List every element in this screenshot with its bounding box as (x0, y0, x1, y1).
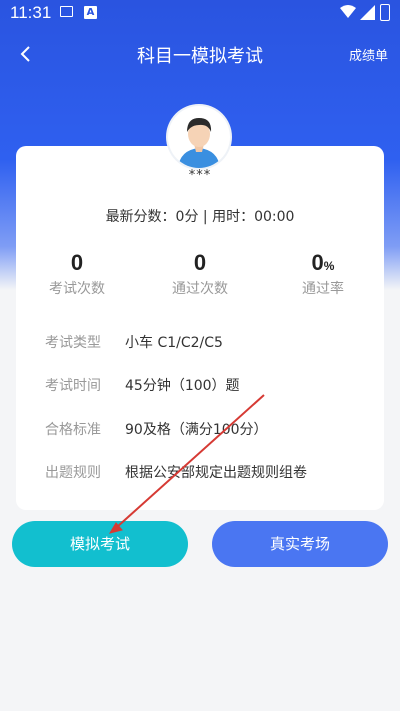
stat-value: 0 (193, 250, 207, 275)
user-avatar (168, 106, 230, 168)
mock-exam-button[interactable]: 模拟考试 (12, 521, 188, 567)
battery-icon (380, 4, 390, 21)
username: *** (188, 168, 212, 183)
info-value: 45分钟（100）题 (125, 378, 240, 394)
info-label: 合格标准 (45, 422, 101, 438)
status-bar: 11:31 A (0, 0, 400, 26)
stat-value: 0 (70, 250, 84, 275)
image-icon (60, 6, 73, 17)
top-header: 科目一模拟考试 成绩单 (0, 30, 400, 78)
exam-info-card (16, 146, 384, 510)
stat-value: 0% (311, 250, 335, 275)
info-label: 考试时间 (45, 378, 101, 394)
info-label: 出题规则 (45, 465, 101, 481)
stat-pass-rate: 0% 通过率 (262, 250, 384, 298)
latest-score-time: 最新分数：0分 | 用时：00:00 (105, 209, 295, 225)
info-label: 考试类型 (45, 335, 101, 351)
stat-exam-count: 0 考试次数 (16, 250, 138, 298)
stat-pass-count: 0 通过次数 (139, 250, 261, 298)
stat-label: 考试次数 (49, 281, 105, 297)
info-value: 90及格（满分100分） (125, 422, 268, 438)
wifi-icon (340, 5, 356, 18)
signal-icon (360, 5, 375, 20)
stat-label: 通过率 (302, 281, 344, 297)
stats-row: 0 考试次数 0 通过次数 0% 通过率 (16, 250, 384, 300)
stat-label: 通过次数 (172, 281, 228, 297)
score-report-link[interactable]: 成绩单 (349, 45, 388, 64)
avatar-person-icon (169, 107, 229, 168)
info-value: 根据公安部规定出题规则组卷 (125, 465, 307, 481)
info-value: 小车 C1/C2/C5 (125, 335, 223, 351)
status-time: 11:31 (10, 3, 52, 22)
a-notification-icon: A (84, 6, 97, 19)
real-exam-button[interactable]: 真实考场 (212, 521, 388, 567)
page-title: 科目一模拟考试 (137, 46, 263, 67)
